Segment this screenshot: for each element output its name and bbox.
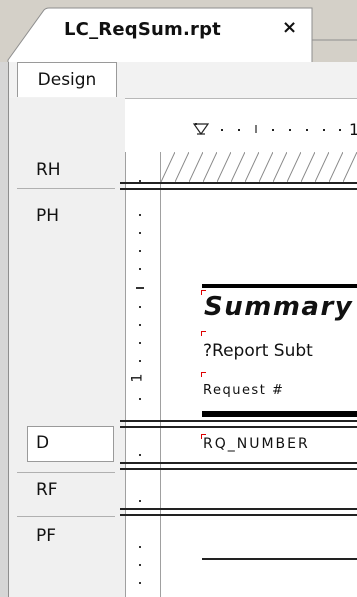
title-top-rule[interactable] [202,284,357,288]
section-label-d[interactable]: D [36,433,49,453]
ruler-mark-1: 1 [349,120,357,139]
section-divider-rf[interactable] [120,508,357,510]
section-divider-d[interactable] [120,462,357,464]
tab-design[interactable]: Design [17,62,117,97]
close-tab-icon[interactable]: × [282,18,297,38]
label-separator [17,516,115,517]
detail-field-rq-number[interactable]: RQ_NUMBER [203,436,310,452]
report-subtitle-field[interactable]: ?Report Subt [203,341,313,361]
horizontal-ruler [192,123,341,136]
section-divider-ph[interactable] [120,420,357,422]
label-separator [17,472,115,473]
vertical-ruler-mark-1: 1 [129,373,146,383]
label-separator [17,188,115,189]
report-title-field[interactable]: Summary [204,292,353,322]
document-tab-strip: LC_ReqSum.rpt × [0,0,357,62]
indent-marker-icon [192,123,210,136]
section-label-pf[interactable]: PF [36,526,56,546]
section-label-column [9,98,125,597]
section-label-rh[interactable]: RH [36,160,61,180]
header-bottom-rule[interactable] [202,411,357,417]
section-label-ph[interactable]: PH [36,206,59,226]
vertical-ruler-edge [160,152,161,597]
section-divider-rh[interactable] [120,182,357,184]
column-header-request-number[interactable]: Request # [203,383,284,398]
vertical-ruler-edge [125,152,126,597]
report-header-suppressed-band[interactable] [161,152,357,182]
section-label-rf[interactable]: RF [36,480,58,500]
page-footer-rule[interactable] [202,558,357,560]
document-tab-label[interactable]: LC_ReqSum.rpt [64,19,221,40]
